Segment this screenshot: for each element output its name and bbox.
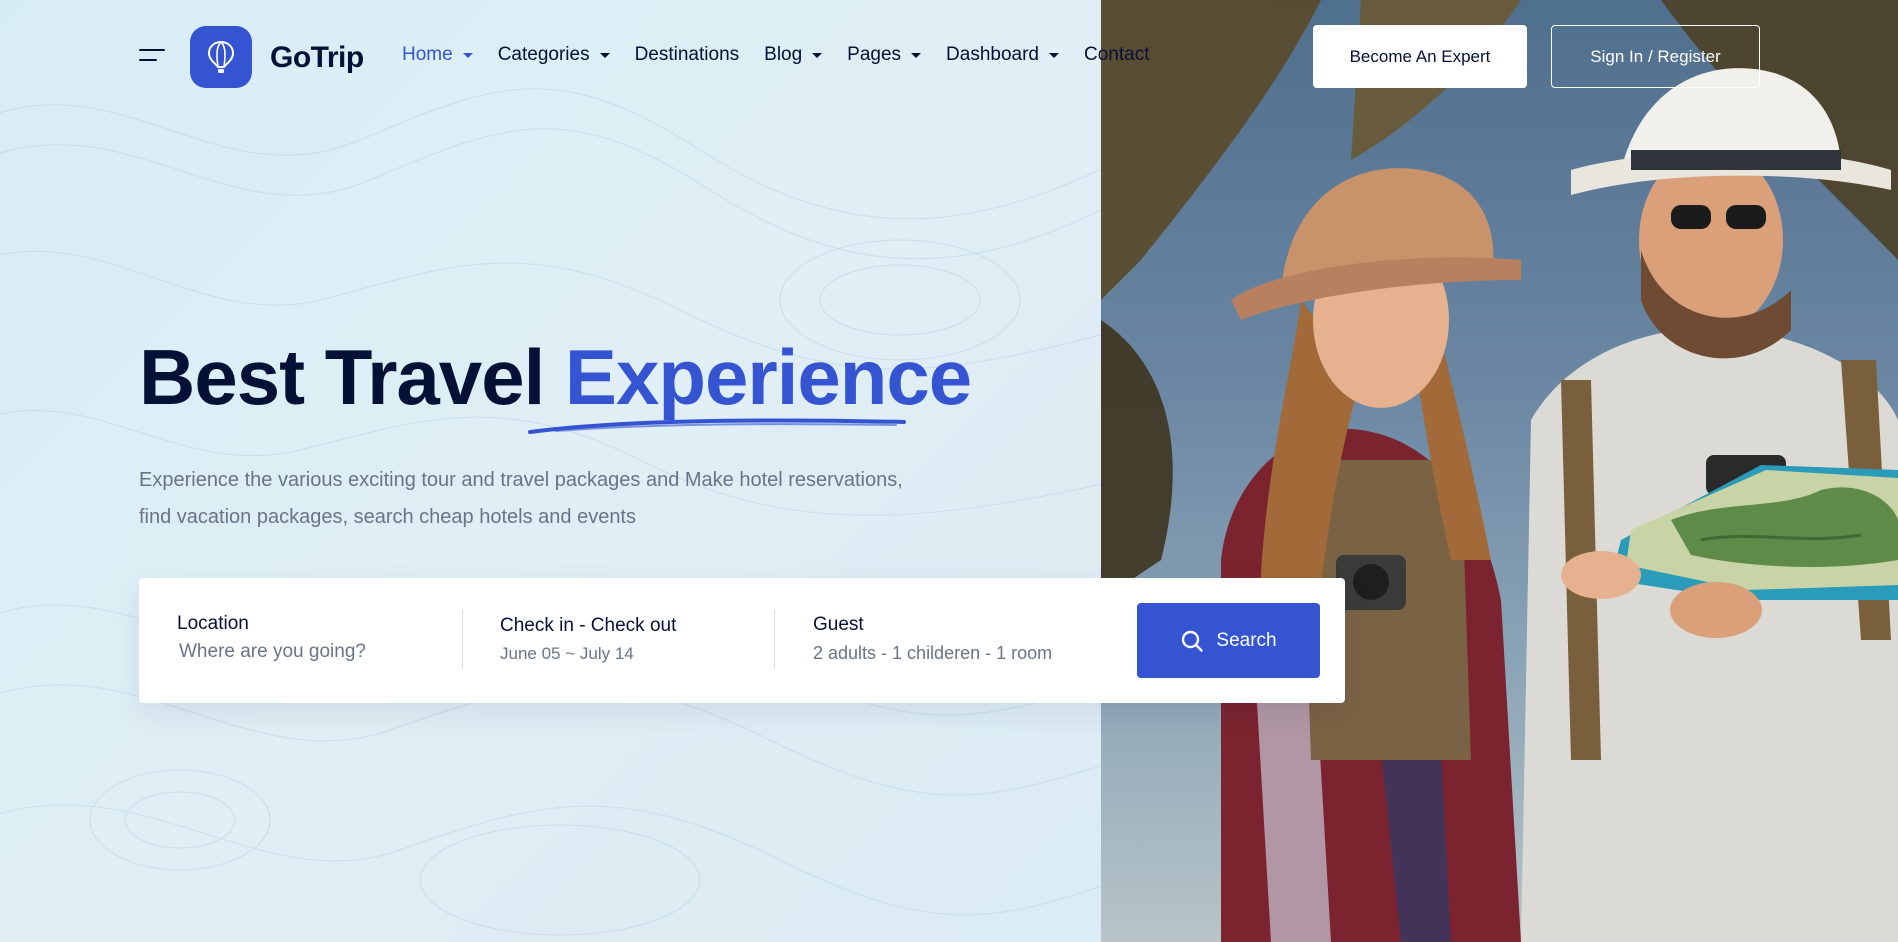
nav-item-pages[interactable]: Pages	[847, 44, 922, 66]
search-button-label: Search	[1216, 629, 1277, 651]
chevron-down-icon	[599, 52, 610, 58]
travelers-illustration	[1101, 0, 1898, 942]
hero-subtitle: Experience the various exciting tour and…	[139, 469, 903, 528]
guest-field[interactable]: Guest 2 adults - 1 childeren - 1 room	[813, 578, 1113, 703]
chevron-down-icon	[812, 52, 823, 58]
dates-label: Check in - Check out	[500, 615, 677, 636]
logo-badge[interactable]	[190, 26, 252, 88]
hero-photo	[1101, 0, 1898, 942]
search-button[interactable]: Search	[1137, 603, 1320, 678]
nav-item-label: Blog	[764, 44, 803, 65]
nav-item-categories[interactable]: Categories	[498, 44, 610, 66]
nav-item-dashboard[interactable]: Dashboard	[946, 44, 1059, 66]
guest-value: 2 adults - 1 childeren - 1 room	[813, 643, 1053, 663]
chevron-down-icon	[462, 52, 473, 58]
main-nav: Home Categories Destinations Blog Pages …	[402, 44, 1174, 66]
location-field[interactable]: Location	[177, 578, 457, 703]
nav-item-label: Dashboard	[946, 44, 1039, 65]
field-divider	[462, 610, 463, 668]
become-expert-button[interactable]: Become An Expert	[1313, 25, 1527, 88]
hero-title: Best Travel Experience	[139, 332, 972, 423]
title-underline-stroke	[528, 418, 906, 434]
guest-label: Guest	[813, 614, 864, 635]
chevron-down-icon	[911, 52, 922, 58]
nav-item-label: Home	[402, 44, 453, 65]
hero-title-plain: Best Travel	[139, 333, 545, 421]
nav-item-home[interactable]: Home	[402, 44, 473, 66]
nav-item-label: Categories	[497, 44, 590, 65]
nav-item-label: Destinations	[634, 44, 740, 65]
nav-item-destinations[interactable]: Destinations	[635, 44, 740, 66]
location-label: Location	[177, 613, 249, 634]
nav-item-label: Contact	[1084, 44, 1150, 65]
hero-title-accent: Experience	[564, 333, 972, 421]
hot-air-balloon-icon	[207, 40, 235, 73]
hamburger-menu-icon[interactable]	[139, 47, 165, 63]
signin-register-button[interactable]: Sign In / Register	[1551, 25, 1760, 88]
search-form: Location Check in - Check out June 05 ~ …	[139, 578, 1345, 703]
dates-value: June 05 ~ July 14	[500, 644, 634, 663]
nav-item-contact[interactable]: Contact	[1084, 44, 1149, 66]
chevron-down-icon	[1049, 52, 1059, 58]
nav-item-label: Pages	[847, 44, 902, 65]
search-icon	[1182, 630, 1204, 652]
brand-name[interactable]: GoTrip	[270, 41, 364, 75]
site-header: GoTrip Home Categories Destinations Blog…	[0, 0, 1898, 114]
nav-item-blog[interactable]: Blog	[764, 44, 823, 66]
location-input[interactable]	[179, 641, 439, 663]
dates-field[interactable]: Check in - Check out June 05 ~ July 14	[500, 578, 760, 703]
field-divider	[774, 610, 775, 668]
